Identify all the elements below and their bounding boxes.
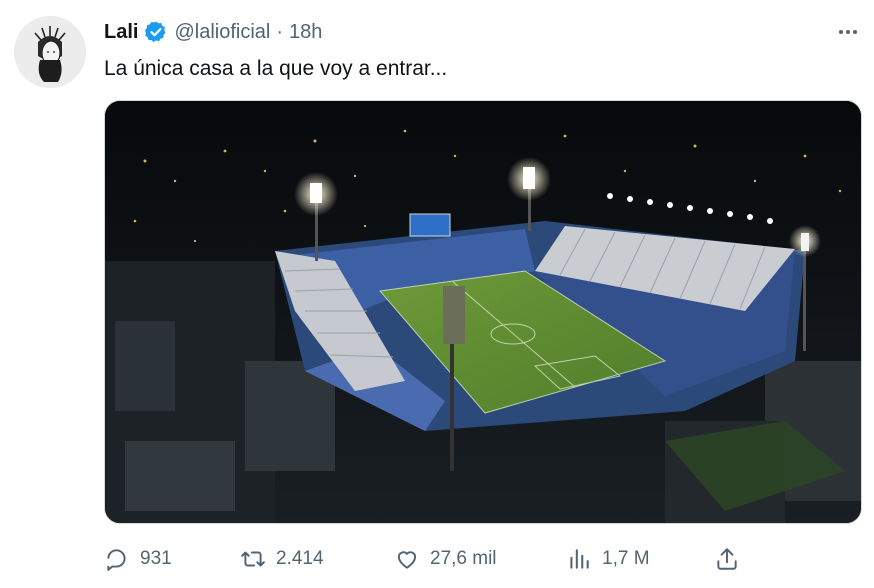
reply-button[interactable]: 931 [104,546,172,572]
retweet-icon [241,551,265,567]
heart-icon [397,551,417,569]
retweet-count: 2.414 [276,548,324,569]
like-button[interactable]: 27,6 mil [394,546,497,572]
tweet-media-image[interactable] [104,100,862,524]
share-button[interactable] [714,546,740,572]
author-handle[interactable]: @lalioficial [174,20,270,44]
verified-badge-icon [144,20,168,44]
avatar-illustration [14,16,86,88]
stadium-photo [105,101,861,523]
more-dots-icon [839,30,857,34]
avatar[interactable] [14,16,86,88]
header-separator: · [276,21,284,43]
views-button[interactable]: 1,7 M [566,546,650,572]
more-options-button[interactable] [834,20,862,44]
tweet-timestamp[interactable]: 18h [289,20,322,44]
tweet-text: La única casa a la que voy a entrar... [104,57,448,80]
retweet-button[interactable]: 2.414 [240,546,324,572]
reply-icon [107,549,126,571]
author-name[interactable]: Lali [104,20,138,44]
tweet-actions: 931 2.414 27,6 mil 1,7 M [104,546,764,574]
views-chart-icon [570,549,589,569]
reply-count: 931 [140,548,172,569]
share-icon [717,548,737,570]
tweet-header: Lali @lalioficial · 18h [104,20,322,44]
views-count: 1,7 M [602,548,650,569]
like-count: 27,6 mil [430,548,497,569]
